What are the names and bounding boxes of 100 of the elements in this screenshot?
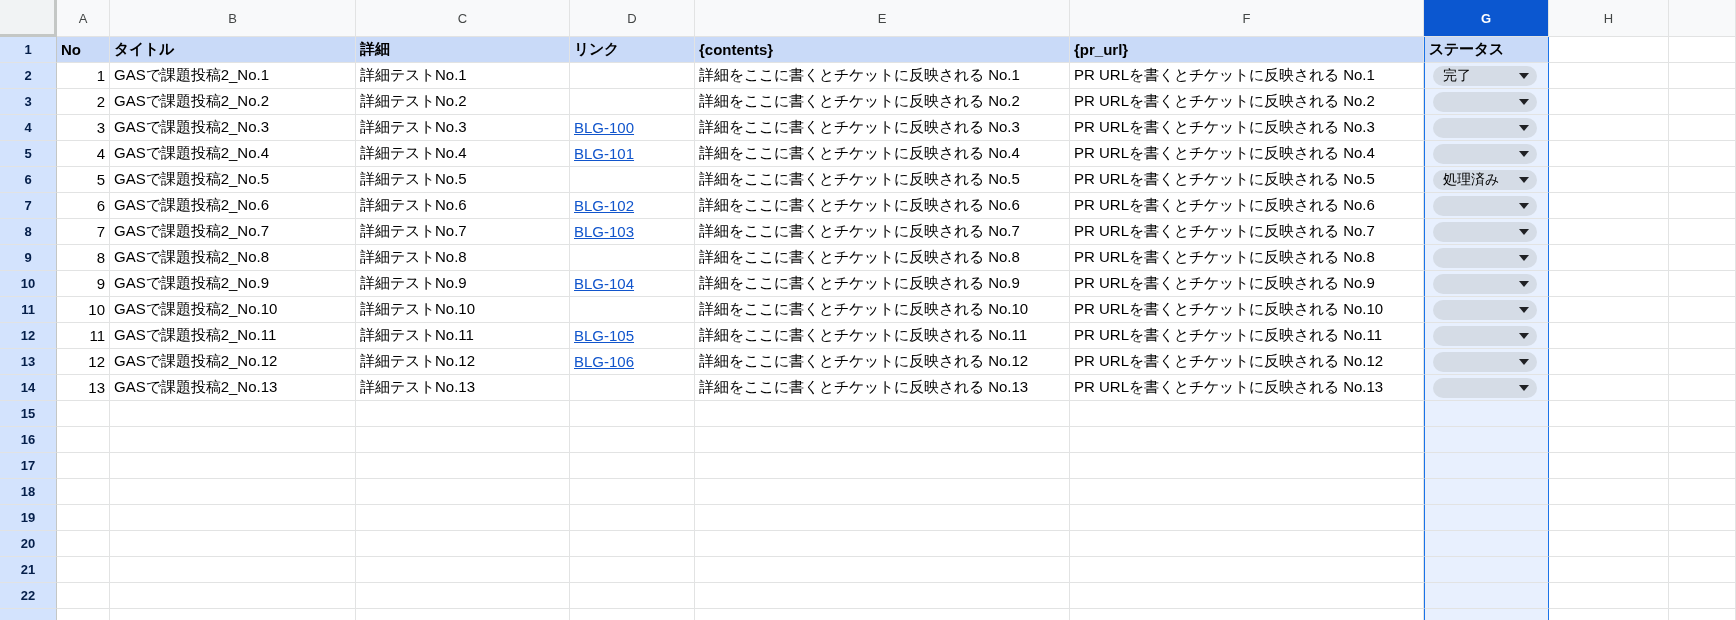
status-dropdown[interactable] — [1433, 117, 1537, 138]
empty-cell — [1669, 141, 1736, 167]
status-dropdown[interactable] — [1433, 273, 1537, 294]
header-cell: 詳細 — [356, 37, 570, 63]
table-cell: 詳細をここに書くとチケットに反映される No.5 — [695, 167, 1070, 193]
row-number[interactable]: 22 — [0, 583, 57, 609]
table-cell: 詳細をここに書くとチケットに反映される No.2 — [695, 89, 1070, 115]
table-cell: 詳細テストNo.10 — [356, 297, 570, 323]
column-header[interactable]: B — [110, 0, 356, 37]
table-cell: GASで課題投稿2_No.11 — [110, 323, 356, 349]
row-number[interactable]: 4 — [0, 115, 57, 141]
status-dropdown[interactable] — [1433, 351, 1537, 372]
status-dropdown[interactable]: 処理済み — [1433, 169, 1537, 190]
table-cell: 6 — [57, 193, 110, 219]
row-number[interactable]: 17 — [0, 453, 57, 479]
table-cell: PR URLを書くとチケットに反映される No.11 — [1070, 323, 1424, 349]
table-cell: GASで課題投稿2_No.13 — [110, 375, 356, 401]
table-cell: PR URLを書くとチケットに反映される No.10 — [1070, 297, 1424, 323]
table-cell: PR URLを書くとチケットに反映される No.3 — [1070, 115, 1424, 141]
table-cell: 8 — [57, 245, 110, 271]
row-number[interactable]: 8 — [0, 219, 57, 245]
ticket-link[interactable]: BLG-100 — [574, 119, 635, 136]
table-cell: 詳細テストNo.5 — [356, 167, 570, 193]
empty-cell — [1669, 583, 1736, 609]
header-cell: リンク — [570, 37, 695, 63]
empty-cell — [1669, 505, 1736, 531]
row-number[interactable]: 9 — [0, 245, 57, 271]
ticket-link[interactable]: BLG-101 — [574, 145, 635, 162]
table-cell: GASで課題投稿2_No.7 — [110, 219, 356, 245]
column-header[interactable]: D — [570, 0, 695, 37]
table-cell: 詳細をここに書くとチケットに反映される No.3 — [695, 115, 1070, 141]
column-header[interactable]: A — [57, 0, 110, 37]
table-cell: 詳細をここに書くとチケットに反映される No.1 — [695, 63, 1070, 89]
ticket-link[interactable]: BLG-103 — [574, 223, 635, 240]
empty-cell — [1669, 193, 1736, 219]
row-number[interactable]: 1 — [0, 37, 57, 63]
table-cell: GASで課題投稿2_No.6 — [110, 193, 356, 219]
ticket-link[interactable]: BLG-104 — [574, 275, 635, 292]
status-dropdown[interactable] — [1433, 377, 1537, 398]
table-cell: 詳細テストNo.9 — [356, 271, 570, 297]
select-all-corner[interactable] — [0, 0, 57, 37]
row-number[interactable]: 10 — [0, 271, 57, 297]
status-dropdown[interactable] — [1433, 195, 1537, 216]
table-cell: PR URLを書くとチケットに反映される No.2 — [1070, 89, 1424, 115]
column-header[interactable]: H — [1549, 0, 1669, 37]
status-dropdown[interactable] — [1433, 325, 1537, 346]
row-number[interactable]: 13 — [0, 349, 57, 375]
empty-cell — [1669, 375, 1736, 401]
table-cell: 詳細テストNo.2 — [356, 89, 570, 115]
table-cell: 詳細テストNo.3 — [356, 115, 570, 141]
row-number[interactable]: 12 — [0, 323, 57, 349]
ticket-link[interactable]: BLG-102 — [574, 197, 635, 214]
table-cell: 5 — [57, 167, 110, 193]
table-cell: 1 — [57, 63, 110, 89]
empty-cell — [1669, 245, 1736, 271]
row-number[interactable]: 19 — [0, 505, 57, 531]
caret-icon — [1519, 150, 1529, 157]
column-header[interactable]: C — [356, 0, 570, 37]
row-number[interactable]: 20 — [0, 531, 57, 557]
table-cell: 詳細テストNo.12 — [356, 349, 570, 375]
table-cell: GASで課題投稿2_No.12 — [110, 349, 356, 375]
empty-cell — [1669, 479, 1736, 505]
status-dropdown[interactable] — [1433, 91, 1537, 112]
empty-cell — [1669, 63, 1736, 89]
status-dropdown[interactable] — [1433, 221, 1537, 242]
row-number[interactable]: 11 — [0, 297, 57, 323]
row-number[interactable]: 16 — [0, 427, 57, 453]
row-number[interactable]: 14 — [0, 375, 57, 401]
table-cell: 9 — [57, 271, 110, 297]
status-dropdown[interactable] — [1433, 247, 1537, 268]
column-header[interactable]: G — [1424, 0, 1549, 37]
header-cell: {contents} — [695, 37, 1070, 63]
caret-icon — [1519, 98, 1529, 105]
row-number[interactable]: 18 — [0, 479, 57, 505]
empty-cell — [1669, 297, 1736, 323]
row-number[interactable]: 21 — [0, 557, 57, 583]
row-number[interactable]: 6 — [0, 167, 57, 193]
row-number[interactable]: 3 — [0, 89, 57, 115]
ticket-link[interactable]: BLG-106 — [574, 353, 635, 370]
empty-cell — [1669, 323, 1736, 349]
empty-cell — [1669, 115, 1736, 141]
caret-icon — [1519, 280, 1529, 287]
status-dropdown[interactable] — [1433, 143, 1537, 164]
column-header[interactable]: E — [695, 0, 1070, 37]
row-number[interactable]: 7 — [0, 193, 57, 219]
table-cell: 詳細テストNo.4 — [356, 141, 570, 167]
table-cell: GASで課題投稿2_No.10 — [110, 297, 356, 323]
row-number[interactable]: 15 — [0, 401, 57, 427]
row-number[interactable]: 2 — [0, 63, 57, 89]
header-cell: タイトル — [110, 37, 356, 63]
table-cell: 2 — [57, 89, 110, 115]
column-header[interactable] — [1669, 0, 1736, 37]
row-number[interactable]: 5 — [0, 141, 57, 167]
ticket-link[interactable]: BLG-105 — [574, 327, 635, 344]
table-cell: GASで課題投稿2_No.4 — [110, 141, 356, 167]
caret-icon — [1519, 332, 1529, 339]
column-header[interactable]: F — [1070, 0, 1424, 37]
status-dropdown[interactable] — [1433, 299, 1537, 320]
status-dropdown[interactable]: 完了 — [1433, 65, 1537, 86]
table-cell: PR URLを書くとチケットに反映される No.1 — [1070, 63, 1424, 89]
